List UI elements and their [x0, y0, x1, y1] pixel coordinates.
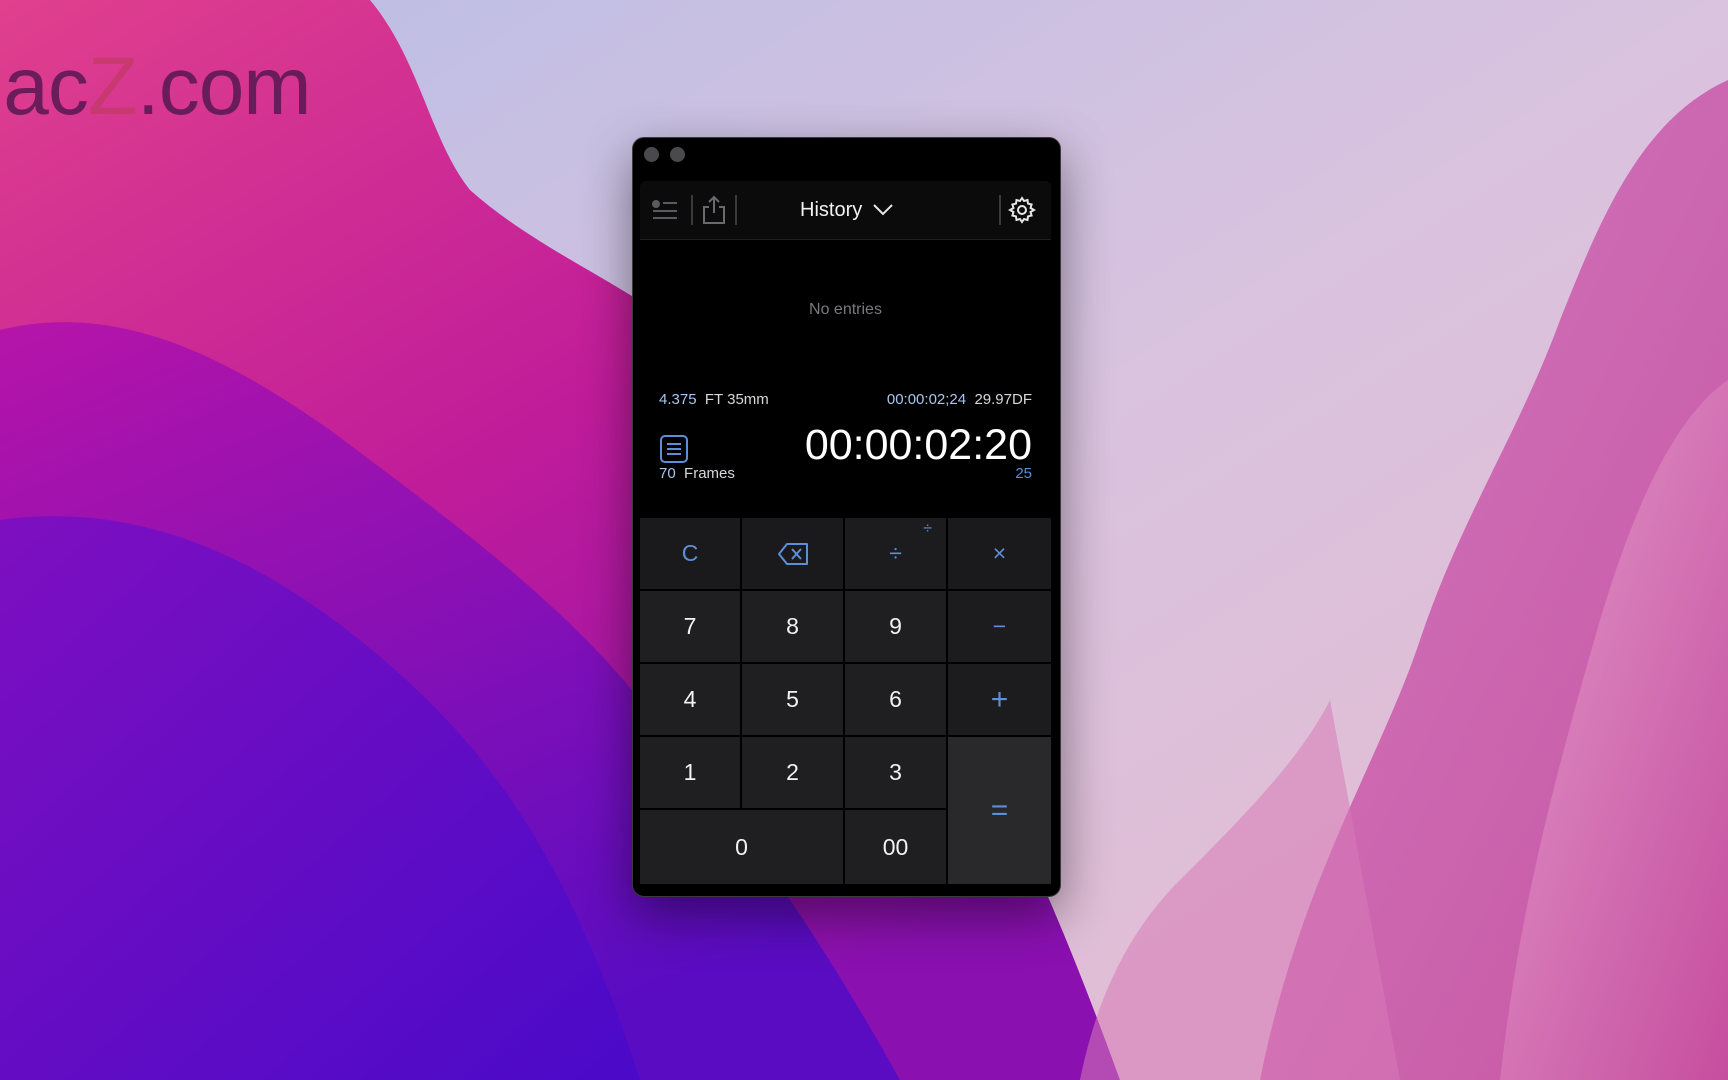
list-icon[interactable] [649, 194, 681, 226]
note-icon[interactable] [659, 434, 689, 464]
key-0[interactable]: 0 [640, 810, 843, 884]
window-controls [644, 147, 685, 162]
alt-divide-label: ÷ [923, 520, 932, 537]
toolbar: History [640, 181, 1051, 240]
calculator-window: History No entries 4.375 FT 35mm 00:00:0… [632, 137, 1061, 897]
key-4[interactable]: 4 [640, 664, 740, 735]
feet-readout[interactable]: 4.375 FT 35mm [659, 391, 769, 408]
chevron-down-icon [873, 204, 893, 216]
toolbar-separator [691, 195, 693, 225]
plus-button[interactable]: + [948, 664, 1051, 735]
close-window-button[interactable] [644, 147, 659, 162]
key-6[interactable]: 6 [845, 664, 946, 735]
key-2[interactable]: 2 [742, 737, 843, 808]
key-3[interactable]: 3 [845, 737, 946, 808]
key-5[interactable]: 5 [742, 664, 843, 735]
frames-readout[interactable]: 70 Frames [659, 465, 735, 482]
secondary-timecode-readout[interactable]: 00:00:02;24 29.97DF [887, 391, 1032, 408]
calculator-panel: History No entries 4.375 FT 35mm 00:00:0… [640, 181, 1051, 888]
history-dropdown[interactable]: History [800, 195, 894, 225]
desktop: lacZ.com [0, 0, 1728, 1080]
multiply-button[interactable]: × [948, 518, 1051, 589]
key-00[interactable]: 00 [845, 810, 946, 884]
clear-button[interactable]: C [640, 518, 740, 589]
history-list: No entries [640, 240, 1051, 390]
backspace-button[interactable] [742, 518, 843, 589]
watermark-logo: lacZ.com [0, 41, 312, 132]
toolbar-separator [999, 195, 1001, 225]
divide-button[interactable]: ÷ ÷ [845, 518, 946, 589]
key-8[interactable]: 8 [742, 591, 843, 662]
backspace-icon [777, 542, 808, 565]
share-icon[interactable] [698, 194, 730, 226]
key-1[interactable]: 1 [640, 737, 740, 808]
result-display: 4.375 FT 35mm 00:00:02;24 29.97DF 00:00:… [640, 391, 1051, 513]
empty-history-label: No entries [809, 301, 882, 318]
main-timecode: 00:00:02:20 [804, 421, 1032, 469]
toolbar-separator [735, 195, 737, 225]
equals-button[interactable]: = [948, 737, 1051, 884]
gear-icon[interactable] [1006, 194, 1038, 226]
key-9[interactable]: 9 [845, 591, 946, 662]
fps-selector[interactable]: 25 [1015, 465, 1032, 482]
history-title: History [800, 198, 863, 221]
minus-button[interactable]: − [948, 591, 1051, 662]
minimize-window-button[interactable] [670, 147, 685, 162]
key-7[interactable]: 7 [640, 591, 740, 662]
keypad: C ÷ ÷ × 7 8 9 − 4 5 6 + 1 2 3 = 0 00 [640, 518, 1051, 888]
